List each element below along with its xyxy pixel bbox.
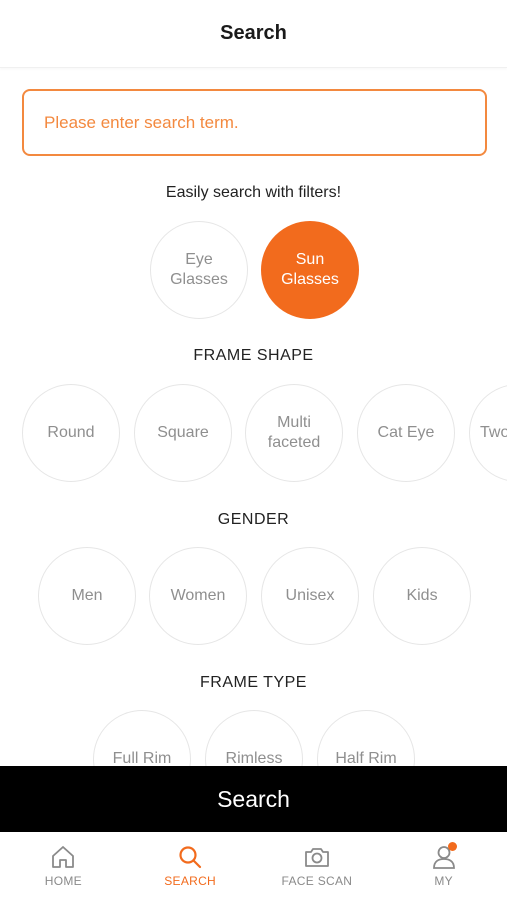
camera-icon: [304, 848, 329, 867]
tab-face-scan[interactable]: FACE SCAN: [254, 832, 381, 900]
filter-sun-glasses[interactable]: Sun Glasses: [261, 221, 359, 319]
filter-eye-glasses[interactable]: Eye Glasses: [150, 221, 248, 319]
shape-square[interactable]: Square: [134, 384, 232, 482]
bottom-tab-bar: HOME SEARCH FACE SCAN MY: [0, 832, 507, 900]
header: Search: [0, 0, 507, 68]
gender-men[interactable]: Men: [38, 547, 136, 645]
shape-cat-eye[interactable]: Cat Eye: [357, 384, 455, 482]
tab-my[interactable]: MY: [380, 832, 507, 900]
tab-search-label: SEARCH: [164, 874, 217, 888]
shape-two[interactable]: Two: [469, 384, 507, 482]
gender-title: GENDER: [217, 511, 290, 528]
tab-face-scan-label: FACE SCAN: [281, 874, 353, 888]
tab-home-label: HOME: [44, 874, 82, 888]
page-title: Search: [220, 22, 287, 44]
gender-kids[interactable]: Kids: [373, 547, 471, 645]
tab-my-label: MY: [434, 874, 453, 888]
search-icon: [179, 846, 202, 869]
tab-home[interactable]: HOME: [0, 832, 127, 900]
search-field[interactable]: [22, 89, 487, 156]
home-icon: [52, 846, 75, 868]
search-button[interactable]: Search: [0, 766, 507, 832]
search-input[interactable]: [42, 111, 485, 134]
shape-round[interactable]: Round: [22, 384, 120, 482]
frame-shape-title: FRAME SHAPE: [193, 347, 314, 364]
tab-search[interactable]: SEARCH: [127, 832, 254, 900]
filters-hint: Easily search with filters!: [165, 184, 342, 201]
app-screen: Search Easily search with filters! Eye G…: [0, 0, 507, 900]
gender-women[interactable]: Women: [149, 547, 247, 645]
frame-type-title: FRAME TYPE: [200, 674, 307, 691]
gender-unisex[interactable]: Unisex: [261, 547, 359, 645]
shape-multi-faceted[interactable]: Multi faceted: [245, 384, 343, 482]
